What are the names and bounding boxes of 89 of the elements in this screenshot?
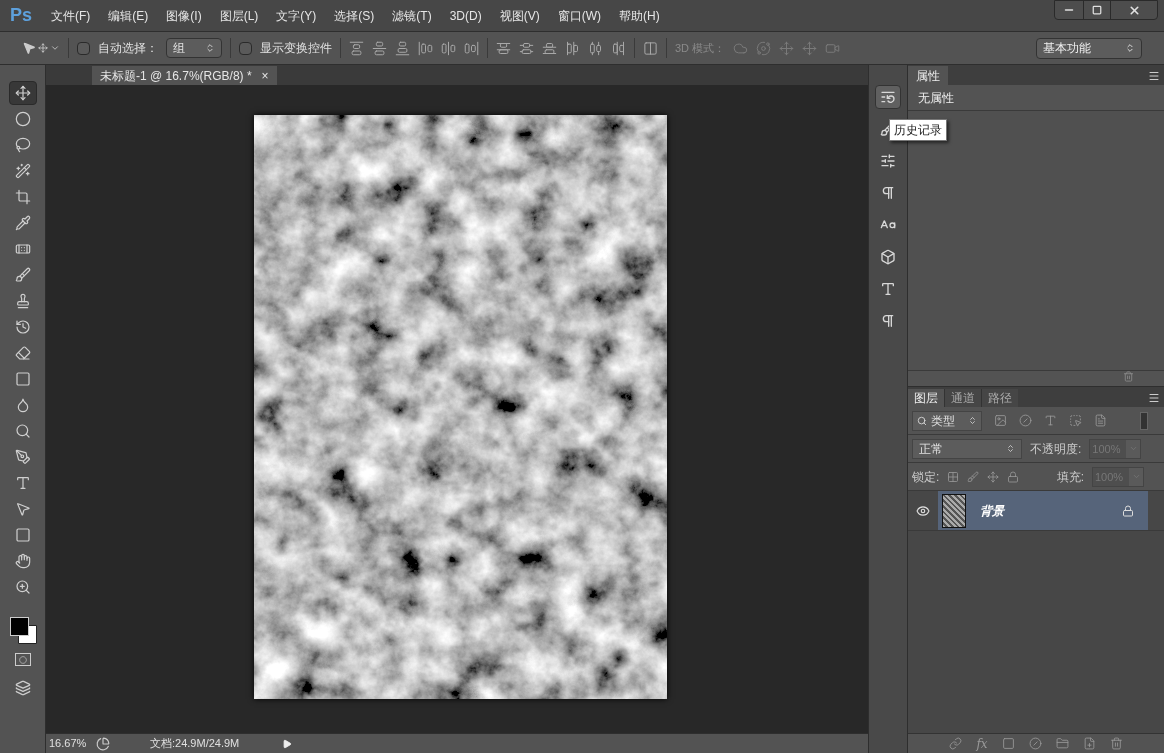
distribute-center-icon[interactable]: [588, 40, 603, 56]
distribute-left-icon[interactable]: [565, 40, 580, 56]
filter-toggle[interactable]: [1140, 411, 1148, 430]
roll-3d-icon[interactable]: [756, 40, 772, 56]
distribute-right-icon[interactable]: [611, 40, 626, 56]
search-icon: [917, 415, 927, 426]
move-tool-icon[interactable]: [22, 41, 60, 55]
tooltip: 历史记录: [889, 119, 947, 141]
stepper-icon: [968, 416, 977, 425]
show-transform-label: 显示变换控件: [260, 40, 332, 57]
close-tab-button[interactable]: ×: [261, 66, 269, 85]
mask-icon[interactable]: [1001, 737, 1015, 750]
link-icon[interactable]: [949, 737, 963, 750]
panel-tab[interactable]: 属性: [908, 66, 948, 85]
image-icon[interactable]: [994, 414, 1007, 427]
panel-tab[interactable]: 图层: [908, 389, 944, 407]
blend-mode-dropdown[interactable]: 正常: [912, 438, 1022, 459]
lock-label: 锁定:: [912, 468, 940, 486]
align-right-icon[interactable]: [464, 40, 479, 56]
lock-icon[interactable]: [1007, 470, 1020, 483]
checkbox[interactable]: [239, 41, 252, 55]
menu-item[interactable]: 3D(D): [440, 6, 491, 25]
menu-item[interactable]: 文字(Y): [267, 6, 326, 25]
filter-dropdown[interactable]: 类型: [912, 410, 982, 431]
align-left-icon[interactable]: [418, 40, 433, 56]
document-tab[interactable]: 未标题-1 @ 16.7%(RGB/8) * ×: [92, 66, 277, 85]
history-icon[interactable]: [875, 85, 901, 109]
menu-item[interactable]: 图层(L): [210, 6, 268, 25]
maximize-icon: [1092, 5, 1102, 15]
visibility-eye-icon[interactable]: [916, 503, 930, 518]
document-size: 文档:24.9M/24.9M: [150, 736, 241, 752]
folder-icon[interactable]: [1055, 737, 1069, 750]
adjustment-icon[interactable]: [1019, 414, 1032, 427]
type-icon[interactable]: [1044, 414, 1057, 427]
align-top-icon[interactable]: [349, 40, 364, 56]
new-layer-icon[interactable]: [1082, 737, 1096, 750]
stepper-icon: [1006, 444, 1015, 453]
align-bottom-icon[interactable]: [395, 40, 410, 56]
checker-icon[interactable]: [947, 470, 960, 483]
drag-3d-icon[interactable]: [779, 40, 795, 56]
distribute-top-icon[interactable]: [496, 40, 511, 56]
auto-align-icon[interactable]: [643, 40, 658, 56]
shape-icon[interactable]: [1069, 414, 1082, 427]
stepper-icon: [1125, 43, 1135, 53]
menu-item[interactable]: 选择(S): [325, 6, 384, 25]
close-icon: [1127, 3, 1141, 17]
menu-item[interactable]: 视图(V): [490, 6, 549, 25]
panel-tab[interactable]: 路径: [981, 389, 1018, 407]
menu-item[interactable]: 窗口(W): [548, 6, 610, 25]
move-tool-icon[interactable]: [8, 81, 37, 105]
rotate-3d-icon[interactable]: [733, 40, 749, 56]
distribute-bottom-icon[interactable]: [542, 40, 557, 56]
layer-name: 背景: [980, 502, 1004, 520]
background-color-swatch[interactable]: [17, 625, 37, 644]
align-middle-icon[interactable]: [372, 40, 387, 56]
menu-item[interactable]: 帮助(H): [610, 6, 669, 25]
slide-3d-icon[interactable]: [802, 40, 818, 56]
menu-item[interactable]: 文件(F): [42, 6, 100, 25]
menu-item[interactable]: 图像(I): [157, 6, 211, 25]
align-center-icon[interactable]: [441, 40, 456, 56]
properties-content: 无属性: [918, 89, 954, 107]
zoom-level: 16.67%: [48, 736, 88, 752]
panel-menu-icon[interactable]: [1148, 392, 1160, 404]
play-arrow-icon[interactable]: [282, 738, 292, 749]
layer-thumbnail: [942, 493, 966, 528]
fill-label: 填充:: [1056, 468, 1084, 486]
status-icon[interactable]: [96, 736, 110, 751]
opacity-label: 不透明度:: [1030, 440, 1082, 458]
workspace-dropdown[interactable]: 基本功能: [1036, 37, 1142, 59]
menu-item[interactable]: 滤镜(T): [383, 6, 441, 25]
auto-select-label: 自动选择：: [98, 40, 158, 57]
smart-object-icon[interactable]: [1094, 414, 1107, 427]
layer-row[interactable]: 背景: [938, 491, 1148, 530]
trash-icon[interactable]: [1109, 737, 1123, 750]
checkbox[interactable]: [77, 41, 90, 55]
maximize-button[interactable]: [1083, 1, 1111, 19]
quick-mask-icon[interactable]: [14, 653, 31, 666]
screen-mode-icon[interactable]: [14, 680, 31, 696]
panel-tab[interactable]: 通道: [944, 389, 981, 407]
trash-icon[interactable]: [1123, 371, 1134, 382]
app-logo: Ps: [9, 4, 34, 27]
distribute-middle-icon[interactable]: [519, 40, 534, 56]
adjustment-icon[interactable]: [1028, 737, 1042, 750]
foreground-color-swatch[interactable]: [9, 617, 29, 636]
auto-select-dropdown[interactable]: 组: [166, 38, 222, 58]
panel-menu-icon[interactable]: [1148, 70, 1160, 82]
move-icon[interactable]: [987, 470, 1000, 483]
menu-item[interactable]: 编辑(E): [99, 6, 158, 25]
stepper-icon: [205, 43, 215, 53]
